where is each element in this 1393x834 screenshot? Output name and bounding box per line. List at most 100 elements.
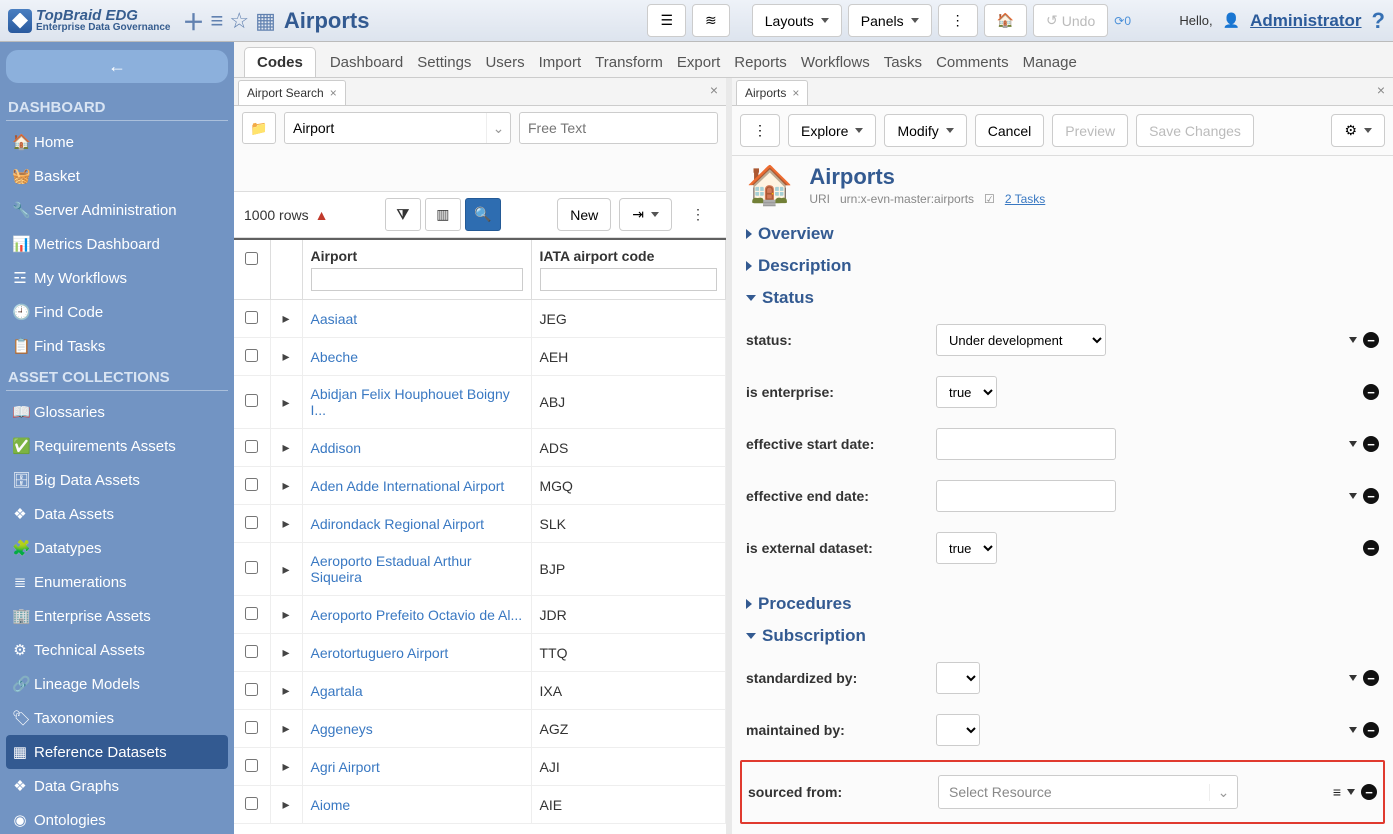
row-checkbox[interactable]: [245, 516, 258, 529]
tab-export[interactable]: Export: [677, 54, 720, 77]
chevron-down-icon[interactable]: ⌄: [1209, 784, 1237, 801]
eff-end-input[interactable]: [936, 480, 1116, 512]
tab-dashboard[interactable]: Dashboard: [330, 54, 403, 77]
remove-icon[interactable]: −: [1361, 784, 1377, 800]
home-button[interactable]: 🏠: [984, 4, 1027, 37]
chevron-down-icon[interactable]: [1349, 675, 1357, 681]
help-icon[interactable]: ?: [1372, 8, 1385, 34]
sidebar-item[interactable]: 🗄Big Data Assets: [6, 463, 228, 497]
row-checkbox[interactable]: [245, 311, 258, 324]
close-icon[interactable]: ×: [792, 86, 799, 100]
layers-button[interactable]: ≋: [692, 4, 730, 37]
tab-manage[interactable]: Manage: [1023, 54, 1077, 77]
search-icon[interactable]: 🔍: [465, 198, 501, 231]
status-select[interactable]: Under development: [936, 324, 1106, 356]
airport-link[interactable]: Adirondack Regional Airport: [311, 516, 485, 532]
chevron-down-icon[interactable]: [1349, 493, 1357, 499]
airport-link[interactable]: Aeroporto Estadual Arthur Siqueira: [311, 553, 472, 585]
remove-icon[interactable]: −: [1363, 670, 1379, 686]
airport-link[interactable]: Aggeneys: [311, 721, 373, 737]
chevron-down-icon[interactable]: [1347, 789, 1355, 795]
undo-button[interactable]: ↺Undo: [1033, 4, 1108, 37]
sidebar-item[interactable]: 🏠Home: [6, 125, 228, 159]
explore-button[interactable]: Explore: [788, 114, 876, 147]
eff-start-input[interactable]: [936, 428, 1116, 460]
row-checkbox[interactable]: [245, 561, 258, 574]
tab-tasks[interactable]: Tasks: [884, 54, 922, 77]
sidebar-item[interactable]: 🏷Taxonomies: [6, 701, 228, 735]
airport-link[interactable]: Abidjan Felix Houphouet Boigny I...: [311, 386, 510, 418]
expand-icon[interactable]: [282, 758, 289, 774]
detail-kebab-button[interactable]: ⋮: [740, 114, 780, 147]
grid-icon[interactable]: ▦: [255, 8, 276, 34]
sidebar-item[interactable]: 📋Find Tasks: [6, 329, 228, 363]
airport-link[interactable]: Abeche: [311, 349, 358, 365]
tab-import[interactable]: Import: [539, 54, 582, 77]
section-procedures[interactable]: Procedures: [746, 588, 1379, 620]
airport-link[interactable]: Agartala: [311, 683, 363, 699]
user-link[interactable]: Administrator: [1250, 11, 1361, 31]
expand-icon[interactable]: [282, 515, 289, 531]
remove-icon[interactable]: −: [1363, 540, 1379, 556]
more-icon[interactable]: ⋮: [680, 198, 716, 231]
sidebar-item[interactable]: 🕘Find Code: [6, 295, 228, 329]
sidebar-item[interactable]: ≣Enumerations: [6, 565, 228, 599]
panel-close-icon[interactable]: ×: [702, 78, 726, 105]
standardized-select[interactable]: [936, 662, 980, 694]
sidebar-item[interactable]: ❖Data Assets: [6, 497, 228, 531]
outline-button[interactable]: ☰: [647, 4, 686, 37]
tab-reports[interactable]: Reports: [734, 54, 787, 77]
airport-link[interactable]: Aerotortuguero Airport: [311, 645, 449, 661]
type-input[interactable]: [285, 120, 486, 136]
airport-link[interactable]: Aeroporto Prefeito Octavio de Al...: [311, 607, 523, 623]
filter-airport-input[interactable]: [311, 268, 523, 291]
folder-icon[interactable]: 📁: [242, 112, 276, 144]
add-icon[interactable]: ＋: [183, 5, 205, 37]
expand-icon[interactable]: [282, 348, 289, 364]
kebab-button[interactable]: ⋮: [938, 4, 978, 37]
section-description[interactable]: Description: [746, 250, 1379, 282]
tab-transform[interactable]: Transform: [595, 54, 663, 77]
expand-icon[interactable]: [282, 310, 289, 326]
chevron-down-icon[interactable]: ⌄: [486, 113, 510, 143]
row-checkbox[interactable]: [245, 349, 258, 362]
new-button[interactable]: New: [557, 198, 611, 231]
chevron-down-icon[interactable]: [1349, 727, 1357, 733]
airport-link[interactable]: Aasiaat: [311, 311, 358, 327]
expand-icon[interactable]: [282, 477, 289, 493]
sidebar-item[interactable]: 🔗Lineage Models: [6, 667, 228, 701]
expand-icon[interactable]: [282, 796, 289, 812]
detail-tab[interactable]: Airports ×: [736, 80, 808, 105]
remove-icon[interactable]: −: [1363, 332, 1379, 348]
logo[interactable]: TopBraid EDG Enterprise Data Governance: [8, 8, 171, 33]
remove-icon[interactable]: −: [1363, 488, 1379, 504]
expand-icon[interactable]: [282, 561, 289, 577]
row-checkbox[interactable]: [245, 478, 258, 491]
sidebar-item[interactable]: ▦Reference Datasets: [6, 735, 228, 769]
layouts-button[interactable]: Layouts: [752, 4, 842, 37]
airport-link[interactable]: Addison: [311, 440, 362, 456]
export-button[interactable]: ⇥: [619, 198, 672, 231]
type-combo[interactable]: ⌄: [284, 112, 511, 144]
panels-button[interactable]: Panels: [848, 4, 932, 37]
row-checkbox[interactable]: [245, 759, 258, 772]
columns-icon[interactable]: ▥: [425, 198, 461, 231]
sidebar-item[interactable]: 🧺Basket: [6, 159, 228, 193]
sidebar-item[interactable]: ⚙Technical Assets: [6, 633, 228, 667]
remove-icon[interactable]: −: [1363, 436, 1379, 452]
sourced-from-combo[interactable]: Select Resource ⌄: [938, 775, 1238, 809]
cancel-button[interactable]: Cancel: [975, 114, 1045, 147]
settings-gear-button[interactable]: ⚙: [1331, 114, 1385, 147]
airport-link[interactable]: Agri Airport: [311, 759, 380, 775]
sidebar-item[interactable]: ❖Data Graphs: [6, 769, 228, 803]
tab-comments[interactable]: Comments: [936, 54, 1009, 77]
section-subscription[interactable]: Subscription: [746, 620, 1379, 652]
tasks-link[interactable]: 2 Tasks: [1005, 192, 1045, 206]
filter-iata-input[interactable]: [540, 268, 718, 291]
row-checkbox[interactable]: [245, 797, 258, 810]
sidebar-item[interactable]: 🔧Server Administration: [6, 193, 228, 227]
maintained-select[interactable]: [936, 714, 980, 746]
expand-icon[interactable]: [282, 439, 289, 455]
airport-link[interactable]: Aden Adde International Airport: [311, 478, 505, 494]
is-external-select[interactable]: true: [936, 532, 997, 564]
